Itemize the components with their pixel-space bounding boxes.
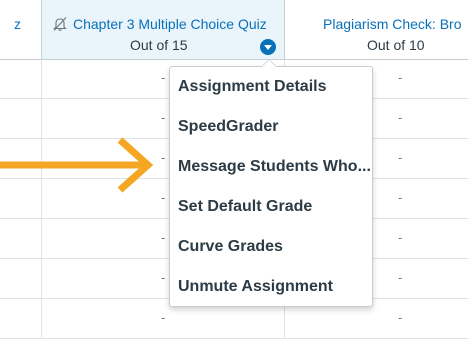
muted-bell-icon: [53, 17, 67, 31]
column-header-row: z Chapter 3 Multiple Choice Quiz Out of …: [0, 0, 468, 60]
menu-item-unmute-assignment[interactable]: Unmute Assignment: [178, 275, 333, 299]
menu-item-curve-grades[interactable]: Curve Grades: [178, 235, 283, 259]
grade-value: -: [161, 310, 166, 325]
grade-value: -: [398, 310, 403, 325]
menu-item-message-students[interactable]: Message Students Who...: [178, 155, 371, 179]
grade-cell[interactable]: [0, 59, 42, 99]
arrow-right-icon: [0, 137, 154, 193]
menu-item-assignment-details[interactable]: Assignment Details: [178, 75, 326, 99]
column-title-partial[interactable]: z: [14, 16, 21, 32]
column-title[interactable]: Plagiarism Check: Bro: [323, 16, 462, 32]
grade-cell[interactable]: [0, 259, 42, 299]
grade-value: -: [161, 70, 166, 85]
grade-cell[interactable]: [0, 219, 42, 259]
menu-caret: [261, 59, 277, 67]
column-header-plagiarism-check[interactable]: Plagiarism Check: Bro Out of 10: [285, 0, 468, 59]
column-header-partial[interactable]: z: [0, 0, 42, 59]
column-title[interactable]: Chapter 3 Multiple Choice Quiz: [52, 16, 267, 32]
grade-value: -: [398, 190, 403, 205]
grade-value: -: [398, 230, 403, 245]
column-points: Out of 10: [367, 37, 425, 53]
grade-cell[interactable]: [0, 299, 42, 339]
grade-value: -: [398, 110, 403, 125]
grade-value: -: [398, 270, 403, 285]
menu-item-speedgrader[interactable]: SpeedGrader: [178, 115, 278, 139]
grade-value: -: [161, 230, 166, 245]
column-options-menu: Assignment Details SpeedGrader Message S…: [169, 59, 373, 307]
grade-cell[interactable]: [0, 99, 42, 139]
grade-value: -: [398, 150, 403, 165]
grade-value: -: [161, 270, 166, 285]
column-options-icon[interactable]: [260, 39, 276, 55]
column-title-text[interactable]: Chapter 3 Multiple Choice Quiz: [73, 16, 267, 32]
column-header-chapter-3-quiz[interactable]: Chapter 3 Multiple Choice Quiz Out of 15: [42, 0, 285, 59]
grade-value: -: [161, 110, 166, 125]
column-points: Out of 15: [130, 37, 188, 53]
grade-value: -: [398, 70, 403, 85]
menu-item-set-default-grade[interactable]: Set Default Grade: [178, 195, 312, 219]
